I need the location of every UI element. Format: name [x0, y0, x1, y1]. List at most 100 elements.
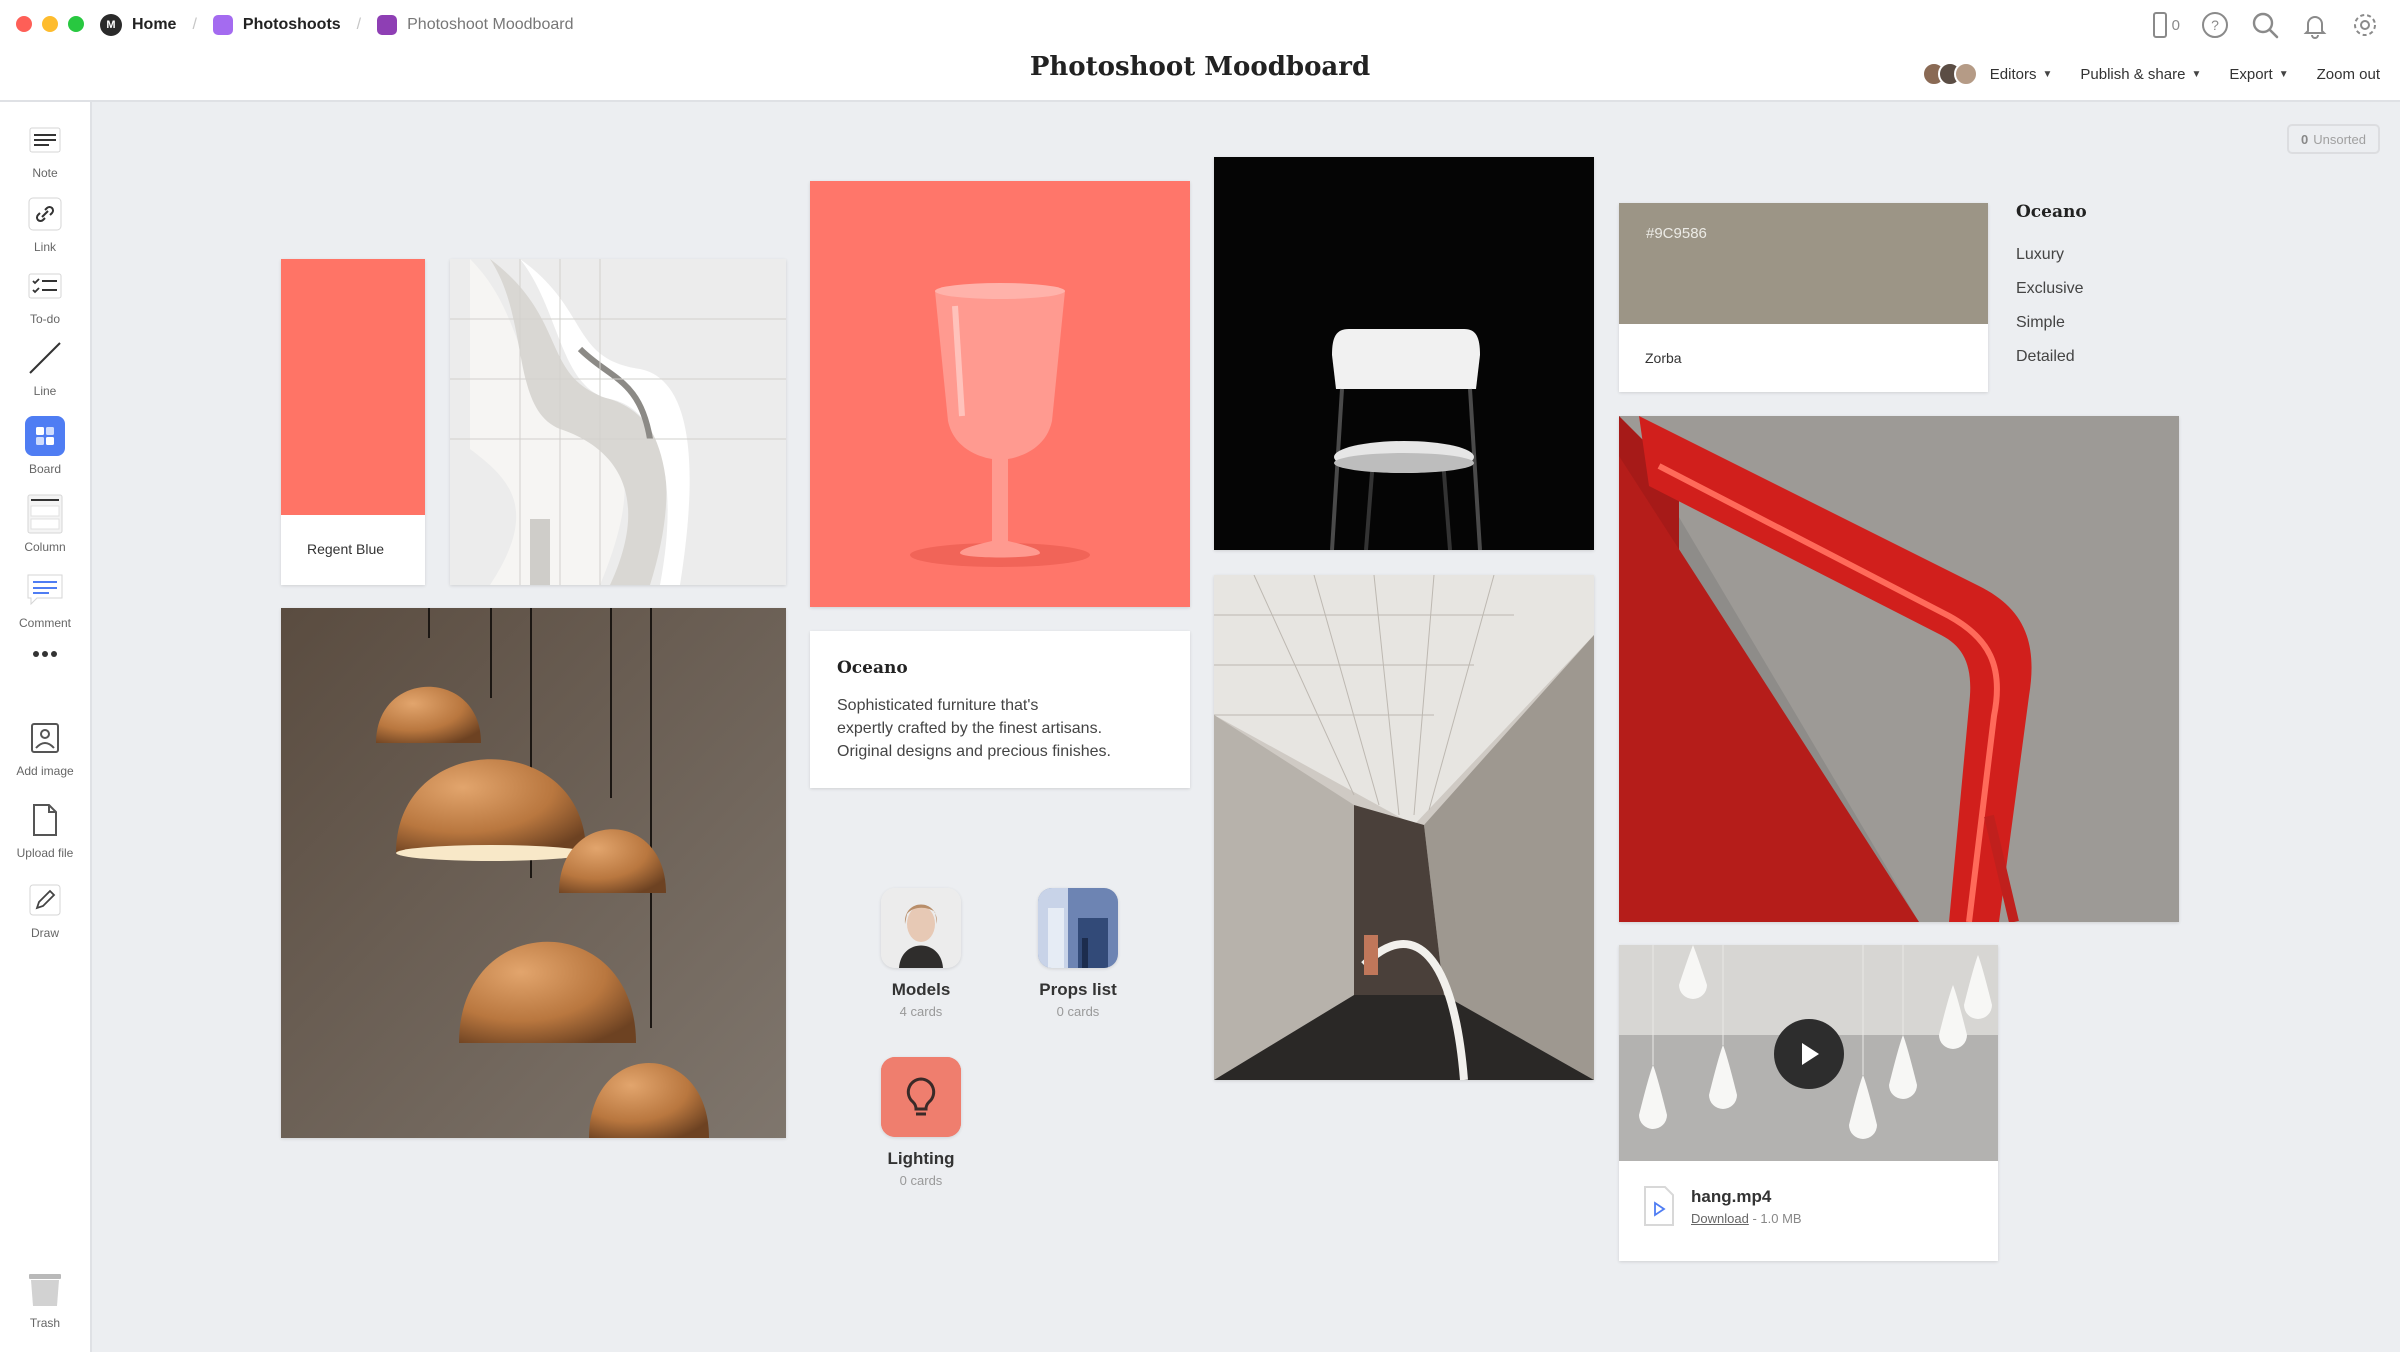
- color-swatch-card[interactable]: #9C9586 Zorba: [1619, 203, 1988, 392]
- image-card-glass[interactable]: [810, 181, 1190, 607]
- export-label: Export: [2229, 65, 2273, 83]
- pencil-icon: [25, 880, 65, 920]
- publish-share-label: Publish & share: [2080, 65, 2186, 83]
- notifications-button[interactable]: [2300, 10, 2330, 40]
- search-icon: [2252, 12, 2279, 39]
- help-button[interactable]: ?: [2200, 10, 2230, 40]
- video-preview[interactable]: [1619, 945, 1998, 1161]
- breadcrumb-photoshoots-label: Photoshoots: [242, 16, 341, 33]
- tool-upload-file[interactable]: Upload file: [0, 800, 90, 860]
- corridor-image: [1214, 575, 1594, 1080]
- board-canvas[interactable]: 0 Unsorted Regent Blue Oceano Sophistica…: [92, 102, 2400, 1352]
- board-link-models[interactable]: Models 4 cards: [846, 888, 996, 1019]
- chair-image: [1214, 157, 1594, 550]
- tool-draw-label: Draw: [30, 926, 59, 940]
- board-name: Models: [891, 980, 951, 999]
- color-swatch: [1619, 203, 1988, 324]
- zoom-out-button[interactable]: Zoom out: [2317, 66, 2380, 83]
- more-tools-button[interactable]: [0, 642, 90, 666]
- more-icon: [25, 642, 65, 666]
- maximize-window-button[interactable]: [68, 16, 84, 32]
- breadcrumb-home-label: Home: [132, 16, 177, 33]
- image-card-corridor[interactable]: [1214, 575, 1594, 1080]
- tool-line[interactable]: Line: [0, 338, 90, 398]
- breadcrumb-current[interactable]: Photoshoot Moodboard: [377, 15, 573, 35]
- breadcrumb-photoshoots[interactable]: Photoshoots: [212, 15, 341, 35]
- play-button[interactable]: [1774, 1019, 1844, 1089]
- tool-add-image[interactable]: Add image: [0, 718, 90, 778]
- video-filename: hang.mp4: [1691, 1186, 1772, 1206]
- breadcrumb-home[interactable]: M Home: [100, 14, 176, 36]
- unsorted-button[interactable]: 0 Unsorted: [2287, 124, 2380, 154]
- image-card-red-chair[interactable]: [1619, 416, 2179, 922]
- play-icon: [1802, 1043, 1819, 1065]
- export-menu[interactable]: Export ▼: [2229, 66, 2288, 83]
- red-chair-image: [1619, 416, 2179, 922]
- download-link[interactable]: Download: [1691, 1211, 1749, 1226]
- note-icon: [25, 120, 65, 160]
- zoom-out-label: Zoom out: [2316, 65, 2380, 83]
- minimize-window-button[interactable]: [42, 16, 58, 32]
- top-icons: 0 ?: [2152, 10, 2380, 40]
- tool-link[interactable]: Link: [0, 194, 90, 254]
- tool-note[interactable]: Note: [0, 120, 90, 180]
- device-count: 0: [2171, 16, 2180, 34]
- tool-upload-file-label: Upload file: [16, 846, 74, 860]
- image-icon: [25, 718, 65, 758]
- board-card-count: 4 cards: [899, 1004, 943, 1019]
- publish-share-menu[interactable]: Publish & share ▼: [2080, 66, 2201, 83]
- image-card-lamps[interactable]: [281, 608, 786, 1138]
- image-card-chair[interactable]: [1214, 157, 1594, 550]
- help-icon: ?: [2202, 12, 2228, 38]
- gear-icon: [2354, 14, 2376, 36]
- tool-todo[interactable]: To-do: [0, 266, 90, 326]
- swatch-name: Zorba: [1645, 350, 1682, 366]
- breadcrumb-separator: /: [356, 16, 362, 33]
- phone-icon: [2152, 12, 2167, 38]
- tool-todo-label: To-do: [29, 312, 61, 326]
- tag-list-title: Oceano: [2016, 202, 2087, 222]
- props-list-thumbnail: [1038, 888, 1118, 968]
- close-window-button[interactable]: [16, 16, 32, 32]
- board-card-count: 0 cards: [1056, 1004, 1100, 1019]
- tool-note-label: Note: [32, 166, 58, 180]
- tag-list-item: Exclusive: [2016, 280, 2084, 297]
- top-bar: M Home / Photoshoots / Photoshoot Moodbo…: [0, 0, 2400, 102]
- board-link-props-list[interactable]: Props list 0 cards: [1003, 888, 1153, 1019]
- tool-draw[interactable]: Draw: [0, 880, 90, 940]
- svg-text:?: ?: [2211, 17, 2219, 33]
- breadcrumb: M Home / Photoshoots / Photoshoot Moodbo…: [100, 12, 573, 38]
- image-card-architecture[interactable]: [450, 259, 786, 585]
- tag-list-item: Luxury: [2016, 246, 2065, 263]
- text-card-line: expertly crafted by the finest artisans.: [837, 720, 1103, 737]
- trash-label: Trash: [29, 1316, 61, 1330]
- video-card[interactable]: hang.mp4 Download - 1.0 MB: [1619, 945, 1998, 1261]
- lamps-image: [281, 608, 786, 1138]
- comment-icon: [25, 570, 65, 610]
- chevron-down-icon: ▼: [2191, 68, 2202, 80]
- tool-comment-label: Comment: [18, 616, 71, 630]
- board-link-lighting[interactable]: Lighting 0 cards: [846, 1057, 996, 1188]
- header-actions: Editors ▼ Publish & share ▼ Export ▼ Zoo…: [1921, 62, 2380, 86]
- editors-menu[interactable]: Editors ▼: [1921, 62, 2052, 86]
- tag-list-item: Detailed: [2016, 348, 2075, 365]
- device-button[interactable]: 0: [2152, 10, 2180, 40]
- tool-board[interactable]: Board: [0, 416, 90, 476]
- board-icon: [25, 416, 65, 456]
- file-icon: [25, 800, 65, 840]
- settings-button[interactable]: [2350, 10, 2380, 40]
- tag-list[interactable]: Oceano Luxury Exclusive Simple Detailed: [2016, 202, 2087, 374]
- tool-comment[interactable]: Comment: [0, 570, 90, 630]
- breadcrumb-current-label: Photoshoot Moodboard: [407, 16, 574, 33]
- tool-column[interactable]: Column: [0, 494, 90, 554]
- video-meta: Download - 1.0 MB: [1691, 1211, 1802, 1226]
- text-card-title: Oceano: [837, 658, 908, 678]
- color-swatch-card[interactable]: Regent Blue: [281, 259, 425, 585]
- lighting-thumbnail: [881, 1057, 961, 1137]
- trash-icon: [25, 1270, 65, 1310]
- tag-list-item: Simple: [2016, 314, 2065, 331]
- trash-button[interactable]: Trash: [0, 1270, 90, 1330]
- search-button[interactable]: [2250, 10, 2280, 40]
- breadcrumb-separator: /: [192, 16, 197, 33]
- text-card[interactable]: Oceano Sophisticated furniture that's ex…: [810, 631, 1190, 788]
